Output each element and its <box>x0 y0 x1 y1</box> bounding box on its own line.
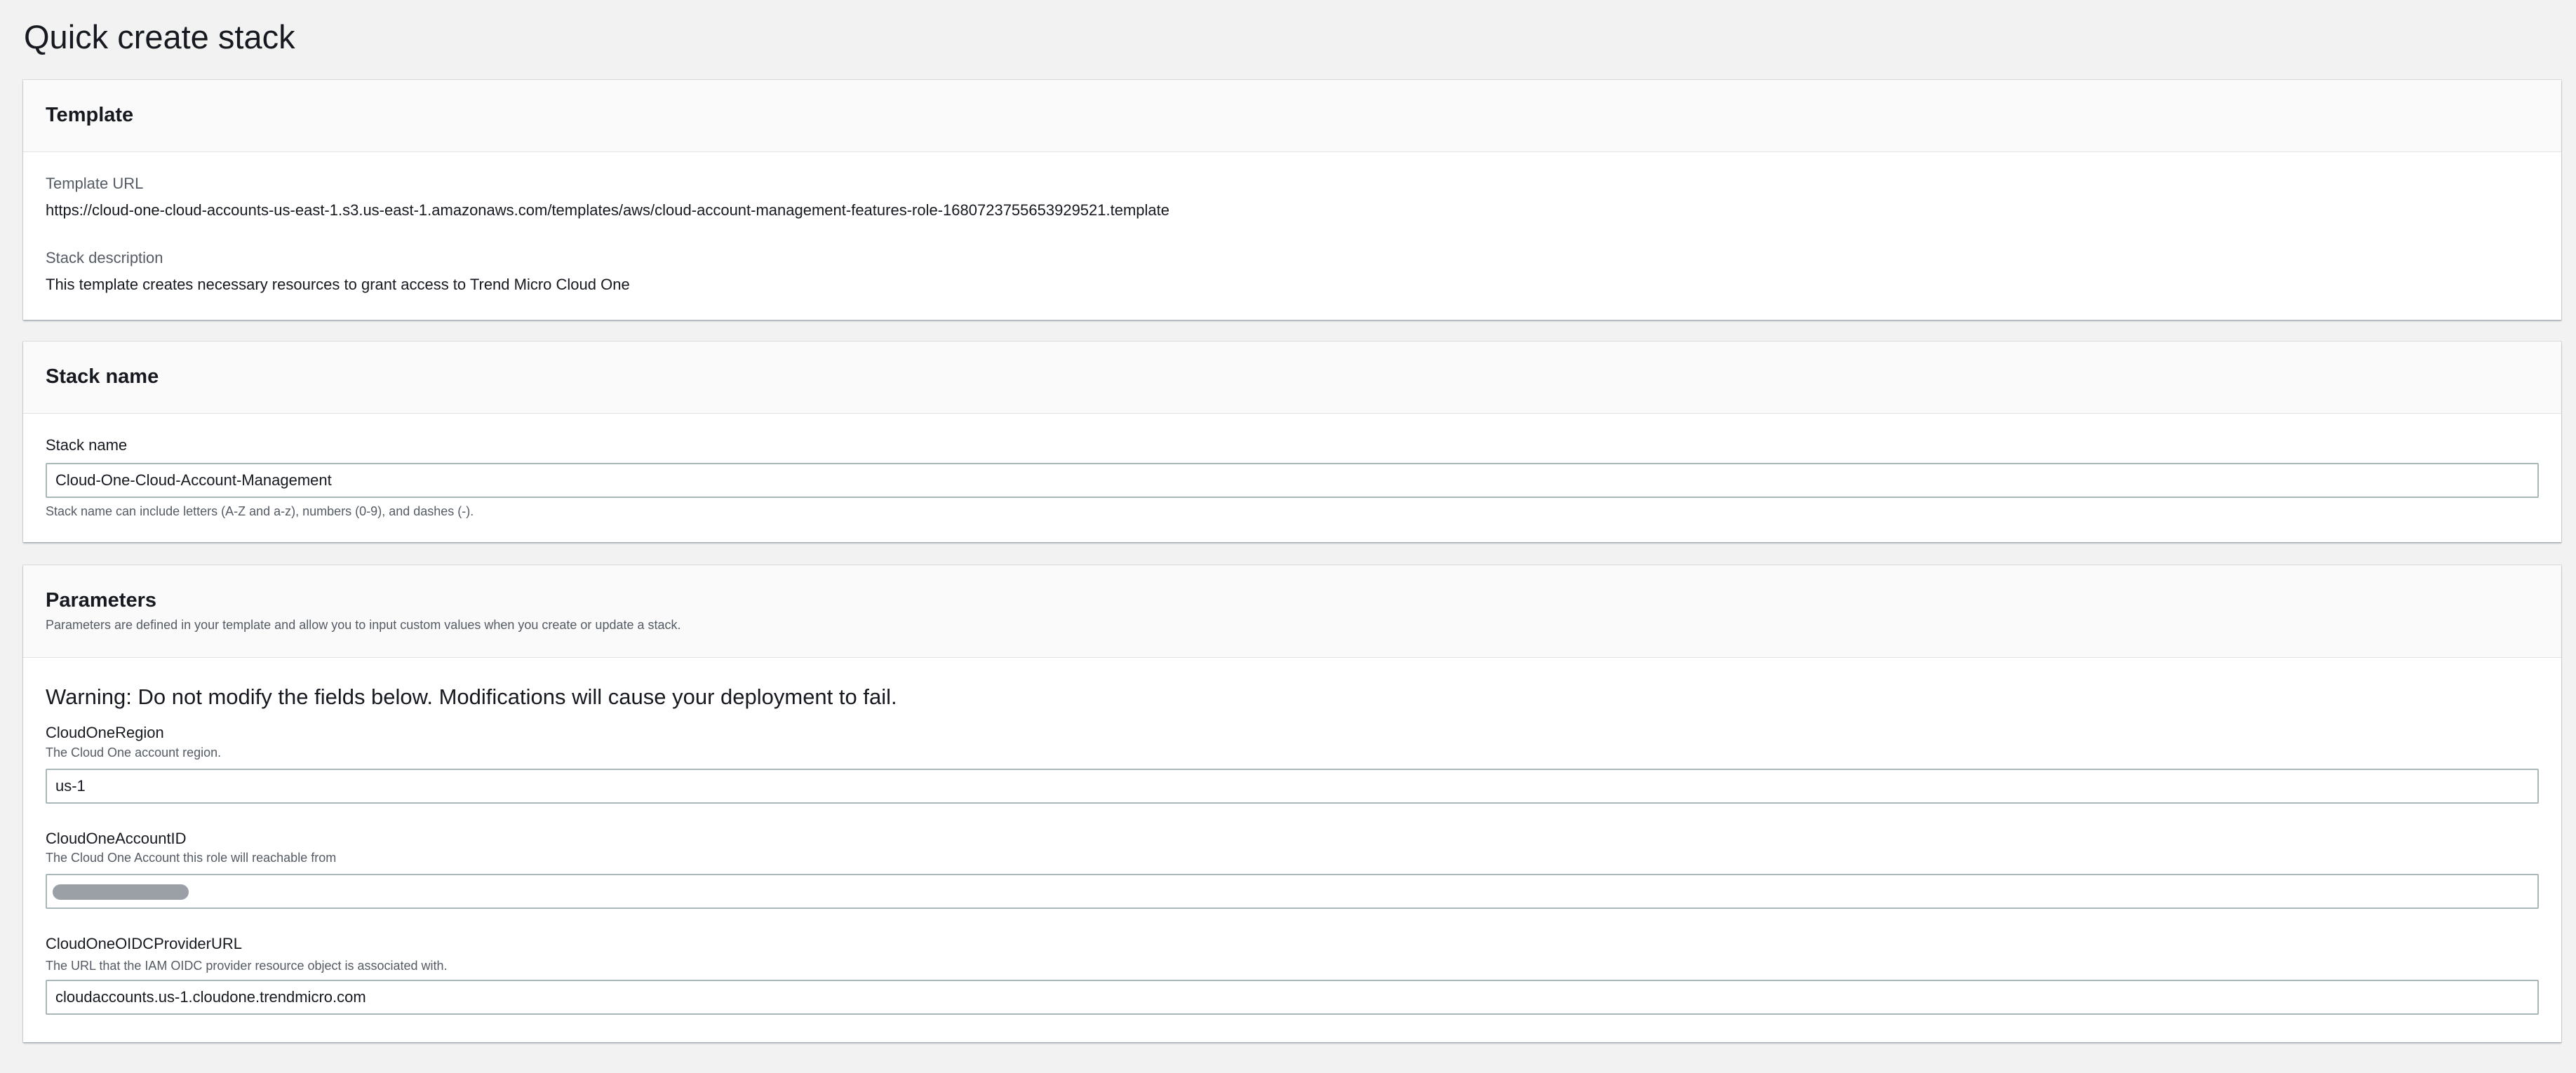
parameters-panel: Parameters Parameters are defined in you… <box>23 565 2561 1042</box>
template-panel-header: Template <box>23 80 2561 152</box>
cloud-one-account-id-input[interactable] <box>46 874 2539 909</box>
template-url-value: https://cloud-one-cloud-accounts-us-east… <box>46 201 1170 219</box>
stack-description-value: This template creates necessary resource… <box>46 276 630 293</box>
cloud-one-oidc-provider-url-description: The URL that the IAM OIDC provider resou… <box>46 959 448 973</box>
redacted-value <box>53 884 189 900</box>
cloud-one-account-id-description: The Cloud One Account this role will rea… <box>46 851 337 865</box>
cloud-one-region-description: The Cloud One account region. <box>46 745 222 760</box>
cloud-one-region-input[interactable] <box>46 769 2539 804</box>
parameters-panel-subtitle: Parameters are defined in your template … <box>46 618 681 632</box>
cloud-one-oidc-provider-url-label: CloudOneOIDCProviderURL <box>46 935 242 952</box>
stack-description-label: Stack description <box>46 249 163 266</box>
stack-name-panel: Stack name Stack name Stack name can inc… <box>23 342 2561 542</box>
parameters-panel-title: Parameters <box>46 589 156 612</box>
parameters-warning: Warning: Do not modify the fields below.… <box>46 684 897 709</box>
stack-name-panel-title: Stack name <box>46 365 159 388</box>
parameters-panel-header: Parameters Parameters are defined in you… <box>23 565 2561 658</box>
stack-name-label: Stack name <box>46 436 128 454</box>
stack-name-panel-header: Stack name <box>23 342 2561 414</box>
stack-name-input[interactable] <box>46 463 2539 498</box>
page-title: Quick create stack <box>24 18 295 55</box>
template-url-label: Template URL <box>46 175 144 192</box>
cloud-one-region-label: CloudOneRegion <box>46 724 164 741</box>
template-panel-title: Template <box>46 104 134 126</box>
cloud-one-oidc-provider-url-input[interactable] <box>46 980 2539 1015</box>
template-panel: Template Template URL https://cloud-one-… <box>23 80 2561 320</box>
stack-name-hint: Stack name can include letters (A-Z and … <box>46 504 474 518</box>
cloud-one-account-id-label: CloudOneAccountID <box>46 830 187 847</box>
